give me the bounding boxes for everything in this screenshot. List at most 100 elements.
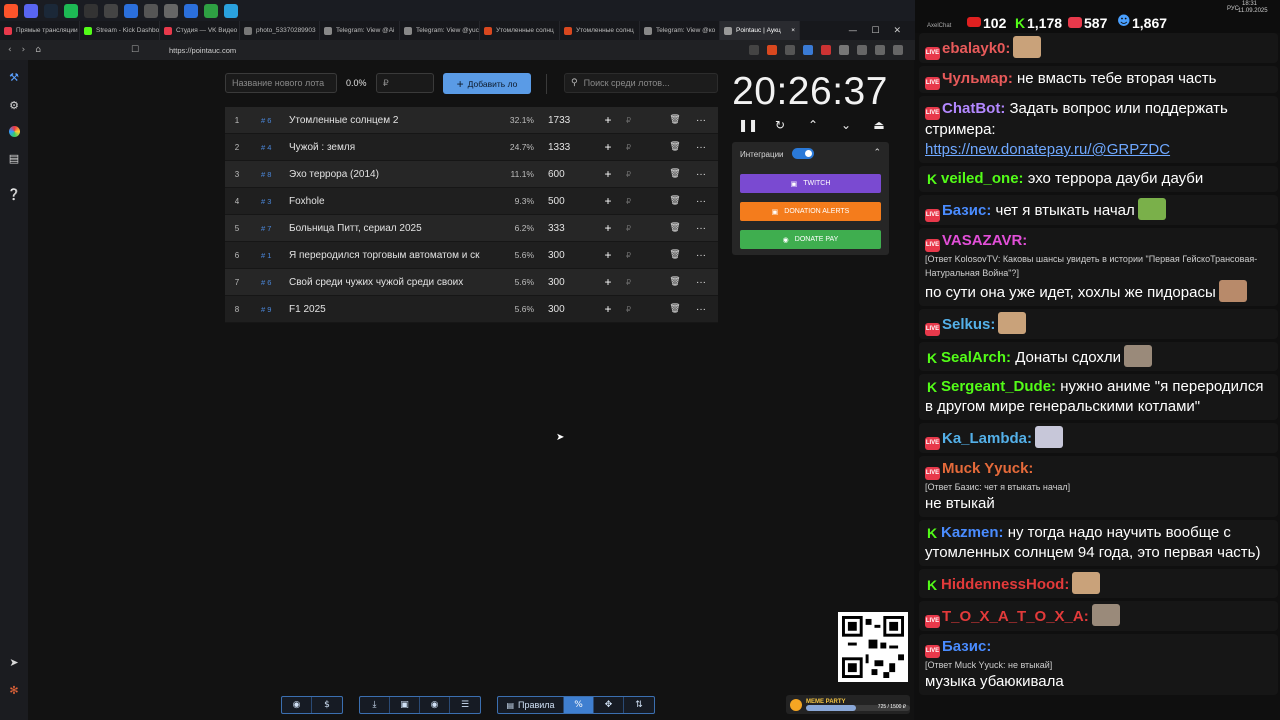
- trash-icon[interactable]: 🗑: [662, 304, 688, 314]
- extension-icon[interactable]: [839, 45, 849, 55]
- browser-tab[interactable]: Прямые трансляции: [0, 21, 80, 40]
- chat-username[interactable]: Базис:: [942, 638, 991, 655]
- trash-icon[interactable]: 🗑: [662, 115, 688, 125]
- wallet-icon[interactable]: [875, 45, 885, 55]
- lot-id[interactable]: # 4: [249, 143, 289, 152]
- add-amount-icon[interactable]: +: [596, 194, 620, 208]
- chat-username[interactable]: ebalayk0:: [942, 40, 1010, 57]
- minimize-icon[interactable]: —: [848, 26, 857, 36]
- ruble-icon[interactable]: ₽: [620, 116, 640, 125]
- browser-tab[interactable]: Stream - Kick Dashbo: [80, 21, 160, 40]
- chevron-up-icon[interactable]: ⌃: [873, 148, 881, 158]
- chat-username[interactable]: Sergeant_Dude:: [941, 378, 1056, 395]
- lot-name[interactable]: F1 2025: [289, 304, 494, 315]
- brave-shield-icon[interactable]: [767, 45, 777, 55]
- forward-icon[interactable]: ›: [22, 45, 26, 55]
- browser-tab[interactable]: Утомленные солнц: [480, 21, 560, 40]
- ruble-icon[interactable]: ₽: [620, 305, 640, 314]
- more-icon[interactable]: ···: [688, 196, 714, 207]
- ruble-icon[interactable]: ₽: [620, 224, 640, 233]
- ruble-icon[interactable]: ₽: [620, 143, 640, 152]
- percent-toggle[interactable]: %: [564, 697, 594, 713]
- save-icon[interactable]: ▣: [390, 697, 420, 713]
- integrations-toggle[interactable]: [792, 148, 814, 159]
- trash-icon[interactable]: 🗑: [662, 196, 688, 206]
- lot-name[interactable]: Эхо террора (2014): [289, 169, 494, 180]
- brand-icon[interactable]: ✻: [7, 683, 21, 697]
- auction-hammer-icon[interactable]: ⚒: [7, 70, 21, 84]
- lot-name[interactable]: Больница Питт, сериал 2025: [289, 223, 494, 234]
- github-icon[interactable]: ◉: [282, 697, 312, 713]
- new-lot-input[interactable]: Название нового лота: [225, 73, 337, 93]
- tb10-icon[interactable]: [184, 3, 198, 18]
- steam-icon[interactable]: [44, 3, 58, 18]
- ruble-icon[interactable]: ₽: [620, 251, 640, 260]
- more-icon[interactable]: ···: [688, 115, 714, 126]
- more-icon[interactable]: ···: [688, 277, 714, 288]
- discord-icon[interactable]: [24, 3, 38, 18]
- add-lot-button[interactable]: + Добавить ло: [443, 73, 531, 94]
- lot-name[interactable]: Я переродился торговым автоматом и ск: [289, 250, 494, 261]
- chat-username[interactable]: VASAZAVR:: [942, 232, 1027, 249]
- trash-icon[interactable]: 🗑: [662, 142, 688, 152]
- list-settings-icon[interactable]: ☰: [450, 697, 480, 713]
- double-up-icon[interactable]: ⏏: [870, 118, 888, 134]
- extension-icon[interactable]: [803, 45, 813, 55]
- wheel-icon[interactable]: [8, 126, 20, 137]
- sidebar-toggle-icon[interactable]: [857, 45, 867, 55]
- lot-id[interactable]: # 6: [249, 116, 289, 125]
- reset-icon[interactable]: ↻: [771, 118, 789, 134]
- browser-tab[interactable]: Pointauc | Аукц ×: [720, 21, 800, 40]
- chevron-up-icon[interactable]: ⌃: [804, 118, 822, 134]
- chat-username[interactable]: veiled_one:: [941, 170, 1024, 187]
- bookmark-icon[interactable]: ☐: [131, 45, 139, 55]
- more-icon[interactable]: ···: [688, 250, 714, 261]
- share-icon[interactable]: [749, 45, 759, 55]
- close-icon[interactable]: ✕: [893, 26, 901, 36]
- browser-tab[interactable]: Telegram: View @Ai: [320, 21, 400, 40]
- chat-username[interactable]: Selkus:: [942, 316, 995, 333]
- more-icon[interactable]: ···: [688, 223, 714, 234]
- browser-tab[interactable]: Утомленные солнц: [560, 21, 640, 40]
- back-icon[interactable]: ‹: [8, 45, 12, 55]
- extension-icon[interactable]: [785, 45, 795, 55]
- donation-alerts-button[interactable]: ▣ DONATION ALERTS: [740, 202, 881, 221]
- lot-name[interactable]: Чужой : земля: [289, 142, 494, 153]
- chat-username[interactable]: HiddennessHood:: [941, 576, 1069, 593]
- add-amount-icon[interactable]: +: [596, 302, 620, 316]
- tb7-icon[interactable]: [124, 3, 138, 18]
- ruble-icon[interactable]: ₽: [620, 197, 640, 206]
- split-icon[interactable]: ✥: [594, 697, 624, 713]
- twitch-button[interactable]: ▣ TWITCH: [740, 174, 881, 193]
- browser-tab[interactable]: Telegram: View @ко: [640, 21, 720, 40]
- ruble-icon[interactable]: ₽: [620, 170, 640, 179]
- help-icon[interactable]: ❔: [7, 187, 21, 201]
- lot-name[interactable]: Свой среди чужих чужой среди своих: [289, 277, 494, 288]
- browser-tab[interactable]: Студия — VK Видео: [160, 21, 240, 40]
- tb11-icon[interactable]: [204, 3, 218, 18]
- trash-icon[interactable]: 🗑: [662, 277, 688, 287]
- chat-username[interactable]: Базис:: [942, 202, 991, 219]
- chat-username[interactable]: Ka_Lambda:: [942, 430, 1032, 447]
- rules-button[interactable]: ▤ Правила: [498, 697, 564, 713]
- obs-icon[interactable]: [84, 3, 98, 18]
- lot-id[interactable]: # 3: [249, 197, 289, 206]
- download-icon[interactable]: ⤓: [360, 697, 390, 713]
- chat-username[interactable]: Чульмар:: [942, 70, 1013, 87]
- lot-search-input[interactable]: ⚲ Поиск среди лотов...: [564, 73, 718, 93]
- chat-link[interactable]: https://new.donatepay.ru/@GRPZDC: [925, 141, 1170, 158]
- chat-username[interactable]: Muck Yyuck:: [942, 460, 1033, 477]
- donate-dollar-icon[interactable]: $: [312, 697, 342, 713]
- more-icon[interactable]: ···: [688, 142, 714, 153]
- donate-pay-button[interactable]: ◉ DONATE PAY: [740, 230, 881, 249]
- amount-input[interactable]: ₽: [376, 73, 434, 93]
- settings-gear-icon[interactable]: ⚙: [7, 98, 21, 112]
- trash-icon[interactable]: 🗑: [662, 250, 688, 260]
- lot-id[interactable]: # 7: [249, 224, 289, 233]
- lot-id[interactable]: # 9: [249, 305, 289, 314]
- lot-id[interactable]: # 8: [249, 170, 289, 179]
- url-field[interactable]: https://pointauc.com: [169, 46, 236, 55]
- pause-icon[interactable]: ❚❚: [738, 118, 758, 134]
- spotify-icon[interactable]: [64, 3, 78, 18]
- browser-tab[interactable]: Telegram: View @yuc: [400, 21, 480, 40]
